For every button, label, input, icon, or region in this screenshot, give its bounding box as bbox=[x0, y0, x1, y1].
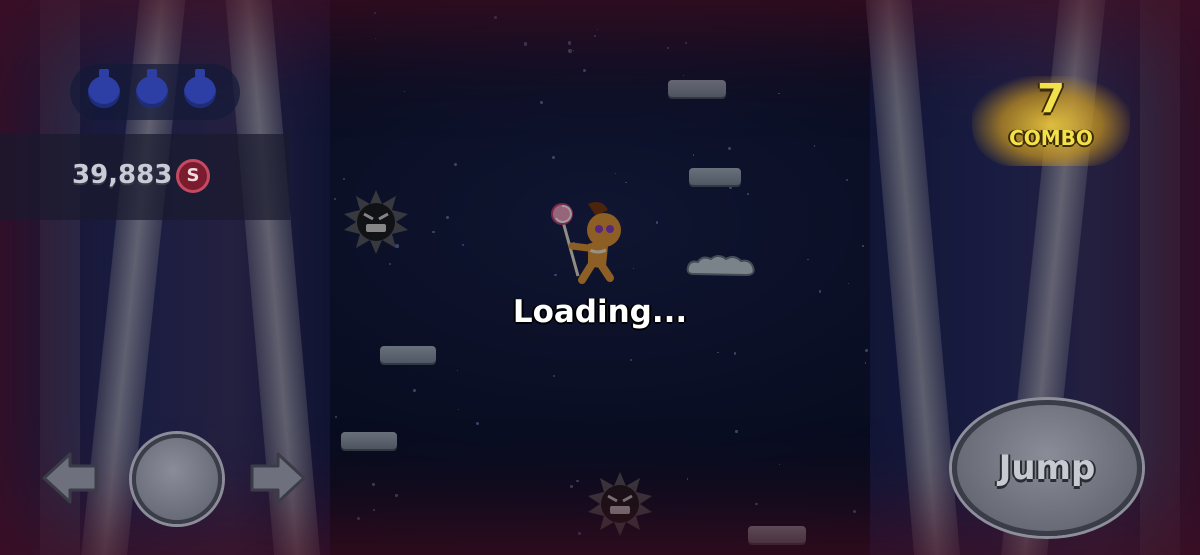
platform bbox=[689, 168, 741, 185]
star bbox=[343, 178, 345, 180]
star bbox=[807, 258, 809, 261]
potion-icon bbox=[184, 69, 216, 108]
star bbox=[374, 11, 377, 14]
star bbox=[576, 479, 579, 483]
star bbox=[373, 509, 375, 512]
star bbox=[813, 145, 816, 147]
star bbox=[333, 197, 337, 201]
platform bbox=[380, 346, 436, 363]
star bbox=[388, 262, 391, 265]
star bbox=[540, 101, 543, 104]
star bbox=[666, 47, 669, 50]
star bbox=[864, 349, 868, 353]
coin-count: 39,883 bbox=[72, 160, 173, 190]
star bbox=[334, 415, 337, 419]
jump-label: Jump bbox=[998, 448, 1096, 488]
star bbox=[655, 220, 659, 224]
star bbox=[778, 463, 780, 466]
star bbox=[372, 483, 375, 486]
cloud-band bbox=[1140, 0, 1180, 555]
spiky-bomb-enemy bbox=[344, 190, 408, 254]
star bbox=[568, 49, 572, 53]
star bbox=[778, 92, 780, 94]
star bbox=[577, 531, 581, 536]
star bbox=[457, 408, 460, 410]
star bbox=[717, 351, 719, 354]
combo-number: 7 bbox=[1037, 76, 1065, 122]
potion-icon bbox=[136, 69, 168, 108]
star bbox=[446, 216, 449, 220]
star bbox=[569, 485, 573, 489]
star bbox=[551, 156, 555, 160]
star bbox=[862, 245, 864, 247]
star bbox=[432, 230, 435, 233]
coin-icon: S bbox=[176, 159, 210, 193]
star bbox=[583, 68, 587, 72]
star bbox=[394, 494, 398, 498]
star bbox=[728, 146, 732, 151]
potion-icon bbox=[88, 69, 120, 108]
star bbox=[845, 178, 848, 181]
combo-counter: 7 COMBO bbox=[972, 76, 1130, 166]
cloud-band bbox=[863, 0, 963, 555]
star bbox=[819, 290, 822, 293]
loading-text: Loading... bbox=[512, 294, 688, 330]
star bbox=[494, 16, 497, 19]
platform bbox=[341, 432, 397, 449]
star bbox=[848, 282, 850, 285]
star bbox=[747, 193, 750, 196]
star bbox=[567, 41, 572, 45]
star bbox=[596, 28, 599, 31]
star bbox=[374, 37, 377, 40]
star bbox=[864, 362, 867, 364]
spiky-bomb-enemy bbox=[588, 472, 652, 536]
platform bbox=[668, 80, 726, 97]
star bbox=[682, 74, 685, 77]
star bbox=[475, 421, 480, 425]
arrow-left-icon[interactable] bbox=[40, 450, 100, 506]
platform bbox=[748, 526, 806, 543]
star bbox=[692, 154, 695, 156]
star bbox=[733, 352, 736, 355]
cloud-platform bbox=[686, 255, 755, 277]
star bbox=[454, 162, 458, 166]
star bbox=[614, 173, 616, 175]
star bbox=[625, 181, 627, 184]
star bbox=[593, 35, 596, 38]
star bbox=[852, 509, 857, 513]
arrow-right-icon[interactable] bbox=[248, 450, 308, 506]
combo-label: COMBO bbox=[1009, 126, 1093, 150]
star bbox=[632, 267, 635, 270]
star bbox=[403, 90, 405, 92]
star bbox=[461, 243, 464, 247]
star bbox=[524, 42, 528, 46]
star bbox=[552, 374, 556, 378]
star bbox=[686, 478, 689, 480]
potion-bar bbox=[70, 64, 240, 120]
star bbox=[728, 185, 733, 190]
star bbox=[755, 503, 758, 506]
game-stage: 39,883 S 7 COMBO Loading... Jump bbox=[0, 0, 1200, 555]
star bbox=[413, 388, 417, 392]
joystick-knob[interactable] bbox=[132, 434, 222, 524]
star bbox=[357, 516, 361, 520]
star bbox=[573, 49, 575, 51]
star bbox=[629, 358, 632, 361]
jump-button[interactable]: Jump bbox=[952, 400, 1142, 536]
cookie-character bbox=[551, 202, 621, 284]
star bbox=[735, 430, 738, 433]
star bbox=[456, 369, 459, 371]
star bbox=[685, 42, 688, 45]
